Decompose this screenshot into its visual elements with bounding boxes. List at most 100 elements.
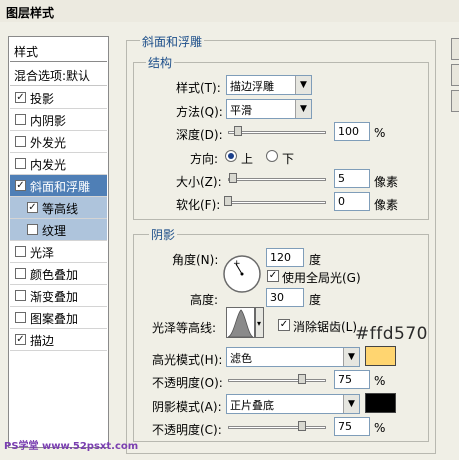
- highlight-color-swatch[interactable]: [365, 346, 396, 366]
- size-slider-thumb[interactable]: [229, 173, 237, 183]
- structure-legend: 结构: [146, 54, 175, 71]
- satin-checkbox[interactable]: [15, 246, 26, 257]
- size-unit: 像素: [374, 175, 399, 189]
- size-input[interactable]: 5: [334, 169, 370, 188]
- shadow-opacity-label: 不透明度(C):: [152, 423, 222, 437]
- section-title: 斜面和浮雕: [140, 33, 205, 50]
- inner-glow-checkbox[interactable]: [15, 158, 26, 169]
- ok-button[interactable]: [451, 38, 459, 60]
- shadow-color-swatch[interactable]: [365, 393, 396, 413]
- depth-input[interactable]: 100: [334, 122, 370, 141]
- shadow-mode-value: 正片叠底: [230, 399, 274, 412]
- style-item-stroke[interactable]: 描边: [10, 329, 107, 351]
- watermark: PS学堂 www.52psxt.com: [4, 441, 139, 452]
- styles-header[interactable]: 样式: [10, 38, 107, 62]
- style-item-inner-shadow[interactable]: 内阴影: [10, 109, 107, 131]
- bevel-style-select[interactable]: 描边浮雕 ▼: [226, 75, 312, 95]
- angle-dial[interactable]: +: [222, 254, 262, 294]
- technique-value: 平滑: [230, 104, 252, 117]
- depth-slider[interactable]: [228, 131, 326, 134]
- bevel-style-value: 描边浮雕: [230, 80, 274, 93]
- style-item-contour[interactable]: 等高线: [10, 197, 107, 219]
- direction-down-radio[interactable]: [266, 150, 278, 162]
- style-item-label: 描边: [30, 334, 55, 348]
- technique-select[interactable]: 平滑 ▼: [226, 99, 312, 119]
- soften-slider[interactable]: [228, 201, 326, 204]
- gloss-contour-label: 光泽等高线:: [152, 321, 217, 335]
- anti-alias-checkbox[interactable]: [278, 319, 290, 331]
- shadow-opacity-unit: %: [374, 421, 386, 435]
- shadow-mode-select[interactable]: 正片叠底 ▼: [226, 394, 360, 414]
- size-label: 大小(Z):: [176, 175, 222, 189]
- style-item-texture[interactable]: 纹理: [10, 219, 107, 241]
- style-item-gradient-overlay[interactable]: 渐变叠加: [10, 285, 107, 307]
- highlight-mode-select[interactable]: 滤色 ▼: [226, 347, 360, 367]
- bevel-emboss-checkbox[interactable]: [15, 180, 26, 191]
- style-item-label: 纹理: [42, 224, 67, 238]
- contour-checkbox[interactable]: [27, 202, 38, 213]
- angle-label: 角度(N):: [172, 253, 219, 267]
- soften-slider-thumb[interactable]: [224, 196, 232, 206]
- depth-label: 深度(D):: [176, 128, 223, 142]
- soften-unit: 像素: [374, 198, 399, 212]
- depth-unit: %: [374, 126, 386, 140]
- style-label: 样式(T):: [176, 81, 221, 95]
- global-light-checkbox[interactable]: [267, 270, 279, 282]
- direction-down-label: 下: [282, 152, 295, 166]
- style-item-label: 光泽: [30, 246, 55, 260]
- chevron-down-icon: ▼: [295, 76, 311, 94]
- new-style-button[interactable]: [451, 90, 459, 112]
- blend-options-item[interactable]: 混合选项:默认: [10, 64, 107, 86]
- stroke-checkbox[interactable]: [15, 334, 26, 345]
- highlight-mode-value: 滤色: [230, 352, 252, 365]
- highlight-opacity-slider[interactable]: [228, 379, 326, 382]
- shadow-mode-label: 阴影模式(A):: [152, 400, 222, 414]
- color-overlay-checkbox[interactable]: [15, 268, 26, 279]
- style-item-drop-shadow[interactable]: 投影: [10, 87, 107, 109]
- anti-alias-label[interactable]: 消除锯齿(L): [293, 318, 357, 335]
- highlight-opacity-input[interactable]: 75: [334, 370, 370, 389]
- pattern-overlay-checkbox[interactable]: [15, 312, 26, 323]
- style-item-outer-glow[interactable]: 外发光: [10, 131, 107, 153]
- direction-up-radio[interactable]: [225, 150, 237, 162]
- global-light-label[interactable]: 使用全局光(G): [282, 269, 361, 286]
- style-item-label: 内发光: [30, 158, 67, 172]
- gloss-contour-picker[interactable]: ▾: [226, 307, 264, 339]
- style-item-label: 投影: [30, 92, 55, 106]
- highlight-opacity-thumb[interactable]: [297, 374, 306, 384]
- highlight-color-hex: #ffd570: [355, 324, 428, 344]
- style-item-pattern-overlay[interactable]: 图案叠加: [10, 307, 107, 329]
- style-item-bevel-emboss[interactable]: 斜面和浮雕: [10, 175, 107, 197]
- style-item-label: 图案叠加: [30, 312, 79, 326]
- shadow-opacity-input[interactable]: 75: [334, 417, 370, 436]
- style-item-label: 外发光: [30, 136, 67, 150]
- size-slider[interactable]: [228, 178, 326, 181]
- inner-shadow-checkbox[interactable]: [15, 114, 26, 125]
- soften-input[interactable]: 0: [334, 192, 370, 211]
- depth-slider-thumb[interactable]: [233, 126, 242, 136]
- style-item-label: 渐变叠加: [30, 290, 79, 304]
- svg-text:▾: ▾: [257, 319, 261, 328]
- outer-glow-checkbox[interactable]: [15, 136, 26, 147]
- styles-list: 样式 混合选项:默认 投影 内阴影 外发光 内发光 斜面和浮雕 等高线 纹理 光…: [8, 36, 109, 448]
- angle-input[interactable]: 120: [266, 248, 304, 267]
- chevron-down-icon: ▼: [295, 100, 311, 118]
- style-item-inner-glow[interactable]: 内发光: [10, 153, 107, 175]
- gradient-overlay-checkbox[interactable]: [15, 290, 26, 301]
- shading-legend: 阴影: [149, 226, 178, 243]
- chevron-down-icon: ▼: [343, 395, 359, 413]
- dialog-title: 图层样式: [0, 0, 459, 22]
- shadow-opacity-thumb[interactable]: [297, 421, 306, 431]
- texture-checkbox[interactable]: [27, 224, 38, 235]
- style-item-label: 内阴影: [30, 114, 67, 128]
- altitude-label: 高度:: [190, 293, 219, 307]
- cancel-button[interactable]: [451, 64, 459, 86]
- shadow-opacity-slider[interactable]: [228, 426, 326, 429]
- altitude-input[interactable]: 30: [266, 288, 304, 307]
- direction-up-label: 上: [241, 152, 254, 166]
- style-item-color-overlay[interactable]: 颜色叠加: [10, 263, 107, 285]
- style-item-satin[interactable]: 光泽: [10, 241, 107, 263]
- drop-shadow-checkbox[interactable]: [15, 92, 26, 103]
- highlight-mode-label: 高光模式(H):: [152, 353, 223, 367]
- style-item-label: 颜色叠加: [30, 268, 79, 282]
